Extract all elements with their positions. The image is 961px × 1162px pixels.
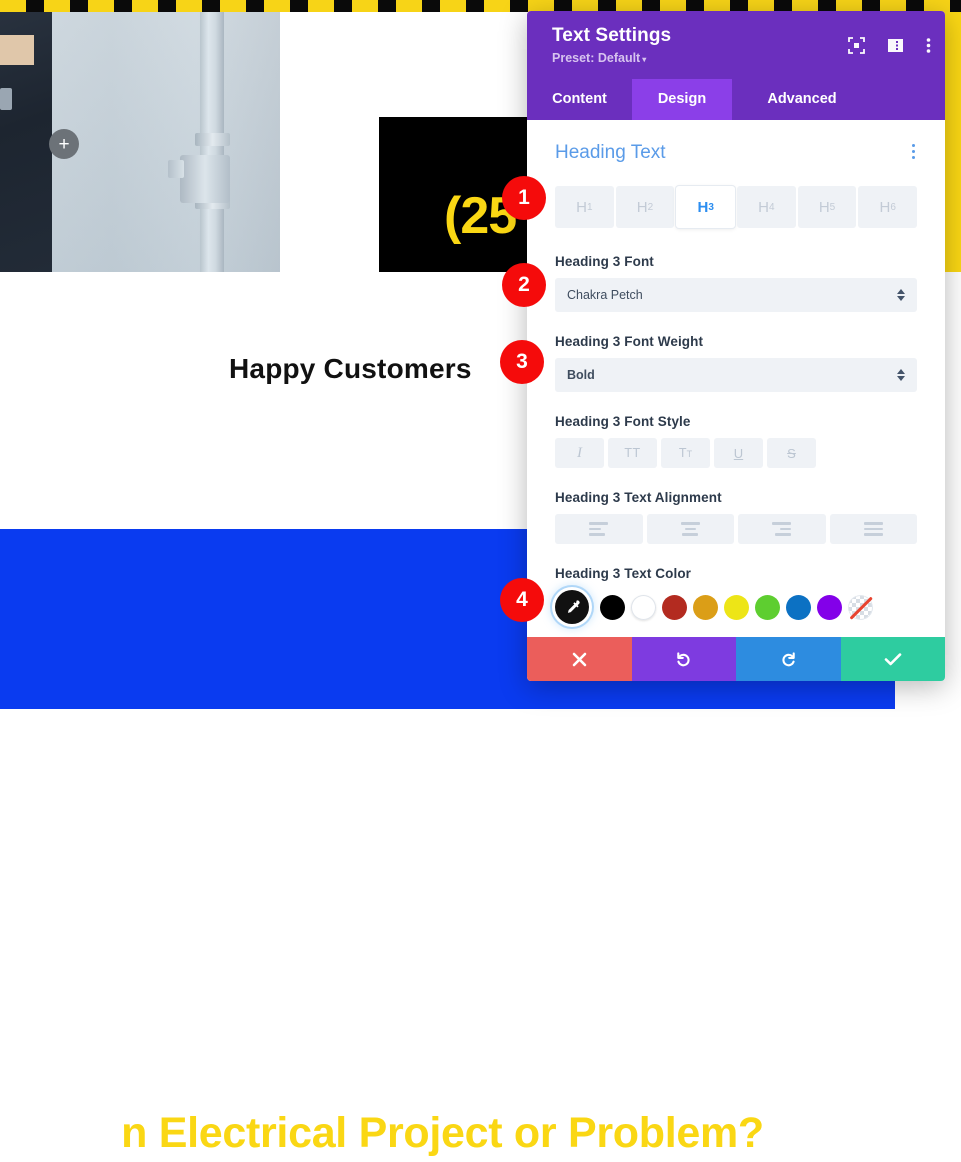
text-alignment-label: Heading 3 Text Alignment xyxy=(555,490,722,505)
happy-customers-heading: Happy Customers xyxy=(229,353,472,384)
fullscreen-icon[interactable] xyxy=(848,37,865,54)
heading-level-h4[interactable]: H4 xyxy=(737,186,796,228)
step-badge-1: 1 xyxy=(502,176,546,220)
checkmark-icon xyxy=(884,652,902,665)
chevron-down-icon: ▾ xyxy=(642,55,647,65)
header-icon-group xyxy=(848,37,931,54)
color-yellow[interactable] xyxy=(724,594,749,620)
align-right-icon[interactable] xyxy=(738,514,826,544)
eyedropper-icon[interactable] xyxy=(555,590,589,624)
yellow-edge-strip xyxy=(945,12,961,272)
text-color-label: Heading 3 Text Color xyxy=(555,566,692,581)
font-weight-select[interactable]: Bold xyxy=(555,358,917,392)
font-select-value: Chakra Petch xyxy=(567,288,643,302)
color-dark-red[interactable] xyxy=(662,594,687,620)
step-badge-4: 4 xyxy=(500,578,544,622)
color-swatch-row xyxy=(555,590,917,624)
redo-button[interactable] xyxy=(736,637,841,681)
settings-scroll-area: Heading Text H1 H2 H3 H4 H5 H6 Heading 3… xyxy=(527,120,945,637)
align-justify-icon[interactable] xyxy=(829,514,917,544)
heading-level-h1[interactable]: H1 xyxy=(555,186,614,228)
preset-label: Preset: Default xyxy=(552,51,641,65)
save-button[interactable] xyxy=(840,637,945,681)
step-badge-3: 3 xyxy=(500,340,544,384)
heading-level-h5[interactable]: H5 xyxy=(797,186,857,228)
align-left-icon[interactable] xyxy=(555,514,643,544)
italic-icon[interactable]: I xyxy=(555,438,604,468)
heading-level-h6[interactable]: H6 xyxy=(858,186,918,228)
modal-tabs: Content Design Advanced xyxy=(527,79,945,120)
color-transparent[interactable] xyxy=(848,594,873,620)
font-field-group: Heading 3 Font Chakra Petch xyxy=(555,254,917,312)
text-alignment-field-group: Heading 3 Text Alignment xyxy=(555,490,917,544)
tab-content[interactable]: Content xyxy=(527,79,632,120)
undo-icon xyxy=(677,651,690,666)
color-blue[interactable] xyxy=(786,594,811,620)
pipe-tee-joint xyxy=(180,155,230,203)
font-label: Heading 3 Font xyxy=(555,254,654,269)
chevron-updown-icon xyxy=(897,289,905,301)
modal-header: Text Settings Preset: Default ▾ xyxy=(527,11,945,79)
font-style-button-row: I TT TT U S xyxy=(555,438,917,468)
tab-advanced[interactable]: Advanced xyxy=(732,79,872,120)
font-weight-label: Heading 3 Font Weight xyxy=(555,334,704,349)
redo-icon xyxy=(782,651,795,666)
uppercase-icon[interactable]: TT xyxy=(608,438,657,468)
modal-body: Heading Text H1 H2 H3 H4 H5 H6 Heading 3… xyxy=(527,120,945,637)
section-title: Heading Text xyxy=(555,142,666,163)
color-green[interactable] xyxy=(755,594,780,620)
color-purple[interactable] xyxy=(817,594,842,620)
step-badge-2: 2 xyxy=(502,263,546,307)
text-color-field-group: Heading 3 Text Color xyxy=(555,566,917,624)
pipe-flange-top xyxy=(195,133,230,146)
panel-layout-icon[interactable] xyxy=(887,37,904,54)
cancel-button[interactable] xyxy=(527,637,632,681)
color-amber[interactable] xyxy=(693,594,718,620)
tab-design[interactable]: Design xyxy=(632,79,732,120)
add-module-button[interactable]: + xyxy=(49,129,79,159)
kebab-menu-icon[interactable] xyxy=(912,144,917,162)
chevron-updown-icon xyxy=(897,369,905,381)
font-weight-field-group: Heading 3 Font Weight Bold xyxy=(555,334,917,392)
strikethrough-icon[interactable]: S xyxy=(767,438,816,468)
plus-icon: + xyxy=(58,133,70,155)
align-center-icon[interactable] xyxy=(646,514,734,544)
color-black[interactable] xyxy=(600,594,625,620)
font-style-field-group: Heading 3 Font Style I TT TT U S xyxy=(555,414,917,468)
smallcaps-icon[interactable]: TT xyxy=(661,438,710,468)
font-weight-select-value: Bold xyxy=(567,368,595,382)
undo-button[interactable] xyxy=(631,637,736,681)
heading-level-h2[interactable]: H2 xyxy=(615,186,675,228)
hero-photo xyxy=(0,0,280,272)
heading-level-toggle: H1 H2 H3 H4 H5 H6 xyxy=(555,186,918,228)
text-settings-modal: Text Settings Preset: Default ▾ Content … xyxy=(527,11,945,681)
font-style-label: Heading 3 Font Style xyxy=(555,414,691,429)
tool-belt xyxy=(0,35,34,65)
underline-icon[interactable]: U xyxy=(714,438,763,468)
more-options-icon[interactable] xyxy=(926,37,931,54)
modal-footer xyxy=(527,637,945,681)
heading-text-section-header: Heading Text xyxy=(555,142,917,164)
text-alignment-button-row xyxy=(555,514,917,544)
cta-heading: n Electrical Project or Problem? xyxy=(121,1109,764,1157)
pipe-cap xyxy=(168,160,184,178)
uniform-badge xyxy=(0,88,12,110)
font-select[interactable]: Chakra Petch xyxy=(555,278,917,312)
heading-level-h3[interactable]: H3 xyxy=(676,186,736,228)
close-icon xyxy=(572,652,587,666)
color-white[interactable] xyxy=(631,594,656,620)
